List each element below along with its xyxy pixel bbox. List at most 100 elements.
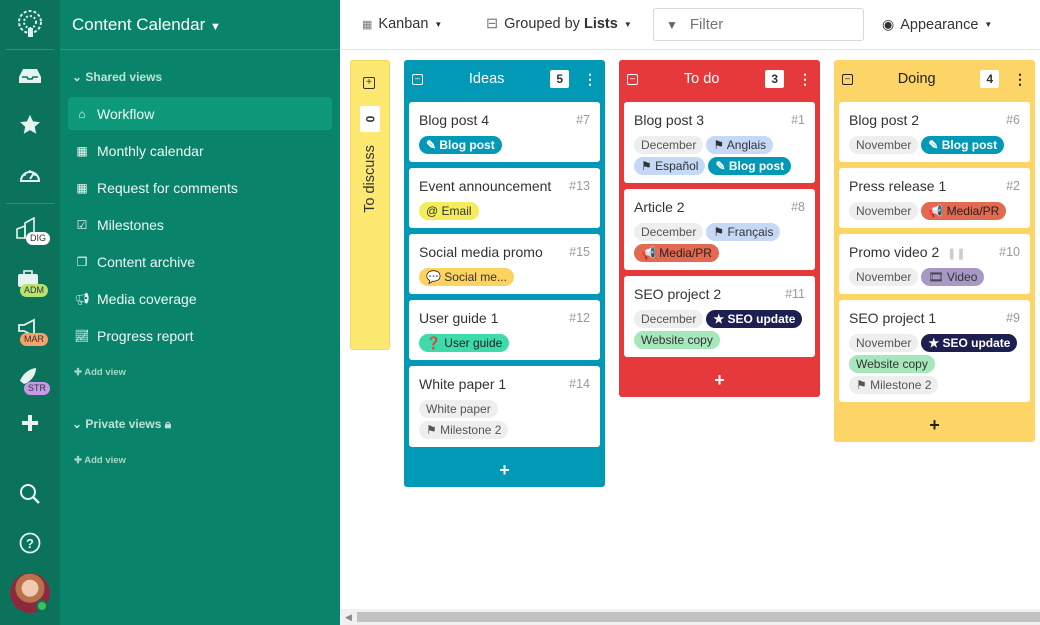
column-title: Doing	[897, 71, 936, 87]
card-tags: White paper ⚑ Milestone 2	[419, 400, 590, 439]
column-to-discuss-collapsed[interactable]: + 0 To discuss	[350, 60, 390, 350]
add-private-view-button[interactable]: ✚ Add view	[74, 455, 126, 466]
add-card-button[interactable]: +	[404, 453, 605, 487]
toolbar: ▦ Kanban ▼ ⊟ Grouped by Lists ▼ ▼ ◉ Appe…	[340, 0, 1040, 50]
plus-icon: ✚	[74, 367, 85, 378]
star-icon[interactable]	[0, 105, 60, 145]
nav-item-progress-report[interactable]: 📈︎ Progress report	[68, 319, 332, 352]
card[interactable]: SEO project 2 #11 December ★ SEO update Webs…	[624, 276, 815, 357]
archive-icon: ⊟	[486, 16, 499, 32]
nav-item-monthly-calendar[interactable]: ▦ Monthly calendar	[68, 134, 332, 167]
card[interactable]: Promo video 2 ❚❚ #10 November 🎞 Video	[839, 234, 1030, 294]
inbox-icon[interactable]	[0, 56, 60, 96]
workspace-str[interactable]: STR	[0, 362, 60, 402]
column-menu-kebab-icon[interactable]: ⋮	[1013, 71, 1027, 88]
nav-item-media-coverage[interactable]: 📢︎ Media coverage	[68, 282, 332, 315]
logo-tree-icon[interactable]	[0, 0, 60, 50]
workspace-dig[interactable]: DIG	[0, 212, 60, 252]
card[interactable]: User guide 1 #12 ❓ User guide	[409, 300, 600, 360]
add-shared-view-button[interactable]: ✚ Add view	[74, 367, 126, 378]
tag-grey: November	[849, 268, 919, 286]
tag-blog: ✎ Blog post	[708, 157, 792, 175]
document-title: Content Calendar	[72, 15, 206, 34]
private-views-toggle[interactable]: ⌄ Private views 🔒︎	[72, 417, 171, 432]
plus-icon: ✚	[74, 455, 85, 466]
card[interactable]: SEO project 1 #9 November ★ SEO update Websi…	[839, 300, 1030, 402]
card[interactable]: Blog post 4 #7 ✎ Blog post	[409, 102, 600, 162]
column-count-badge: 3	[765, 70, 784, 88]
group-by-dropdown[interactable]: ⊟ Grouped by Lists ▼	[486, 16, 632, 32]
tag-video: 🎞 Video	[921, 268, 985, 286]
card[interactable]: Press release 1 #2 November 📢 Media/PR	[839, 168, 1030, 228]
collapse-column-icon[interactable]: –	[412, 73, 423, 85]
scrollbar-thumb[interactable]	[357, 612, 1040, 622]
card-title-text: Event announcement	[419, 178, 552, 194]
add-workspace-plus-icon[interactable]	[0, 403, 60, 443]
horizontal-scrollbar[interactable]: ◀	[340, 609, 1040, 625]
filter-box[interactable]: ▼	[653, 8, 864, 41]
tag-email: @ Email	[419, 202, 479, 220]
workspace-badge: STR	[24, 382, 50, 395]
tag-seo: ★ SEO update	[921, 334, 1018, 352]
card-title-text: Blog post 4	[419, 112, 490, 128]
calendar-grid-icon: ▦	[362, 18, 373, 31]
tag-guide: ❓ User guide	[419, 334, 510, 352]
card-tags: November 📢 Media/PR	[849, 202, 1020, 220]
tag-grey: November	[849, 136, 919, 154]
card[interactable]: Article 2 #8 December ⚑ Français 📢 Media/PR	[624, 189, 815, 270]
tag-grey: November	[849, 334, 919, 352]
column-title: To do	[683, 71, 720, 87]
home-icon: ⌂	[78, 106, 86, 121]
card[interactable]: White paper 1 #14 White paper ⚑ Milestone 2	[409, 366, 600, 447]
nav-item-label: Monthly calendar	[97, 142, 204, 159]
card[interactable]: Blog post 2 #6 November ✎ Blog post	[839, 102, 1030, 162]
scroll-left-arrow-icon[interactable]: ◀	[345, 612, 352, 623]
nav-item-content-archive[interactable]: ❐ Content archive	[68, 245, 332, 278]
card-number: #11	[785, 287, 805, 301]
card-tags: November ✎ Blog post	[849, 136, 1020, 154]
megaphone-icon: 📢︎	[74, 291, 90, 306]
card-tags: ❓ User guide	[419, 334, 590, 352]
nav-item-label: Workflow	[97, 105, 155, 122]
card-tags: December ⚑ Français 📢 Media/PR	[634, 223, 805, 262]
nav-item-label: Progress report	[97, 327, 194, 344]
expand-column-icon[interactable]: +	[363, 77, 375, 89]
card[interactable]: Social media promo #15 💬 Social me...	[409, 234, 600, 294]
appearance-label: Appearance	[900, 16, 979, 33]
dashboard-gauge-icon[interactable]	[0, 154, 60, 194]
tag-social: 💬 Social me...	[419, 268, 514, 286]
appearance-dropdown[interactable]: ◉ Appearance ▼	[882, 16, 992, 33]
document-title-menu[interactable]: Content Calendar ▼	[72, 15, 221, 35]
private-views-label: Private views	[85, 417, 162, 431]
card-title: SEO project 2	[634, 286, 721, 302]
card-number: #8	[791, 200, 805, 214]
search-icon[interactable]	[0, 474, 60, 514]
collapse-column-icon[interactable]: –	[627, 73, 638, 85]
workspace-mar[interactable]: MAR	[0, 313, 60, 353]
card-title: White paper 1	[419, 376, 506, 392]
collapse-column-icon[interactable]: –	[842, 73, 853, 85]
card-number: #12	[569, 311, 590, 325]
nav-item-workflow[interactable]: ⌂ Workflow	[68, 97, 332, 130]
card-title-text: SEO project 2	[634, 286, 722, 302]
nav-item-milestones[interactable]: ☑ Milestones	[68, 208, 332, 241]
add-card-button[interactable]: +	[834, 408, 1035, 442]
add-card-button[interactable]: +	[619, 363, 820, 397]
column-menu-kebab-icon[interactable]: ⋮	[583, 71, 597, 88]
nav-item-request-for-comments[interactable]: ▦ Request for comments	[68, 171, 332, 204]
caret-down-icon: ▼	[623, 19, 632, 29]
help-icon[interactable]: ?	[0, 523, 60, 563]
card-number: #13	[569, 179, 590, 193]
card[interactable]: Event announcement #13 @ Email	[409, 168, 600, 228]
tag-lang: ⚑ Español	[634, 157, 706, 175]
card[interactable]: Blog post 3 #1 December ⚑ Anglais ⚑ Español ✎…	[624, 102, 815, 183]
shared-views-toggle[interactable]: ⌄ Shared views	[72, 70, 162, 84]
calendar-icon: ▦	[76, 180, 88, 195]
card-tags: November 🎞 Video	[849, 268, 1020, 286]
view-type-dropdown[interactable]: ▦ Kanban ▼	[362, 16, 442, 32]
calendar-icon: ▦	[76, 143, 88, 158]
filter-input[interactable]	[689, 16, 850, 33]
workspace-adm[interactable]: ADM	[0, 264, 60, 304]
column-menu-kebab-icon[interactable]: ⋮	[798, 71, 812, 88]
chart-line-icon: 📈︎	[74, 328, 90, 343]
